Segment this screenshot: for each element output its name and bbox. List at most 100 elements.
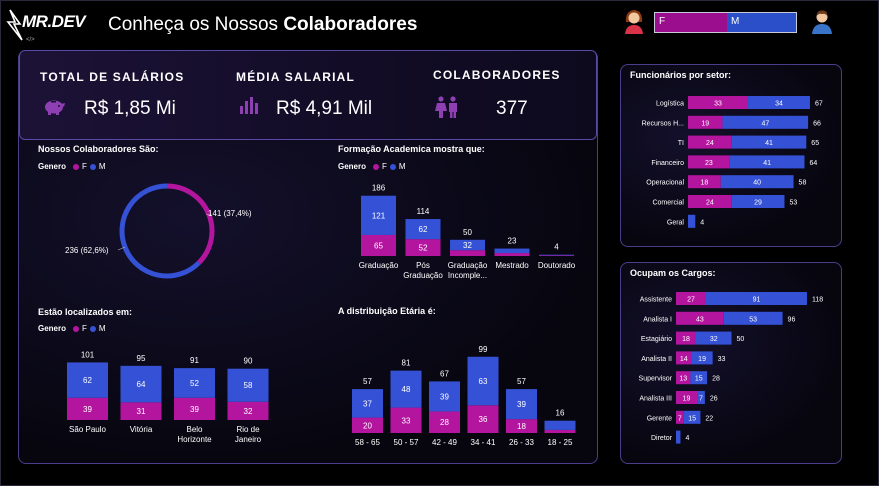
bar-f-label-1: 19 bbox=[701, 120, 709, 127]
bar-total-label-2: 65 bbox=[811, 140, 819, 147]
kpi-band bbox=[19, 50, 597, 140]
bar-m-5 bbox=[544, 420, 576, 430]
bar-m-label-3: 63 bbox=[479, 377, 488, 386]
man-avatar-icon bbox=[812, 10, 832, 34]
bar-f-label-0: 39 bbox=[83, 405, 92, 414]
category-label-0: Assistente bbox=[640, 297, 672, 304]
bar-m-label-5: 29 bbox=[754, 200, 762, 207]
bar-f-label-3: 23 bbox=[705, 160, 713, 167]
donut-slice-f bbox=[166, 183, 215, 265]
people-icon bbox=[435, 96, 457, 118]
category-label-4: Doutorado bbox=[538, 261, 576, 270]
category-label-1: Pós bbox=[416, 261, 430, 270]
category-label-0: São Paulo bbox=[69, 425, 106, 434]
bar-m-label-5: 7 bbox=[699, 396, 703, 403]
donut-slice-m bbox=[119, 183, 201, 279]
bar-total-label-1: 81 bbox=[402, 359, 411, 368]
bar-total-label-1: 96 bbox=[788, 316, 796, 323]
category-label-4: 26 - 33 bbox=[509, 438, 534, 447]
category-label-5: Comercial bbox=[652, 200, 684, 207]
bar-total-label-1: 114 bbox=[417, 207, 430, 216]
bar-f-label-5: 19 bbox=[683, 396, 691, 403]
svg-text:</>: </> bbox=[26, 37, 35, 42]
bar-m-label-1: 53 bbox=[749, 316, 757, 323]
donut-label-m: 236 (62,6%) bbox=[65, 246, 109, 255]
category-label-3-1: Janeiro bbox=[235, 435, 262, 444]
bar-m-label-0: 62 bbox=[83, 376, 92, 385]
category-label-0: Graduação bbox=[359, 261, 399, 270]
positions-bar-chart: Assistente 27 91 118 Analista I 43 53 96 Estagiá… bbox=[639, 292, 823, 444]
bar-f-label-3: 36 bbox=[479, 415, 488, 424]
donut-label-f: 141 (37,4%) bbox=[208, 209, 252, 218]
bar-m-label-2: 41 bbox=[765, 140, 773, 147]
bar-f-label-4: 18 bbox=[700, 180, 708, 187]
bar-f-label-1: 33 bbox=[402, 416, 411, 425]
bar-m-label-3: 41 bbox=[763, 160, 771, 167]
bar-m-label-2: 52 bbox=[190, 379, 199, 388]
category-label-2: 42 - 49 bbox=[432, 438, 457, 447]
category-label-4: Supervisor bbox=[639, 376, 673, 383]
gender-slicer[interactable]: F M bbox=[654, 12, 797, 33]
gender-chart-title: Nossos Colaboradores São: bbox=[38, 144, 159, 154]
category-label-2: Estagiário bbox=[641, 336, 672, 343]
positions-chart-title: Ocupam os Cargos: bbox=[630, 268, 716, 278]
page-title: Conheça os Nossos Colaboradores bbox=[108, 14, 418, 35]
gender-chart-legend: Genero F M bbox=[38, 162, 106, 171]
bar-total-label-3: 23 bbox=[508, 237, 517, 246]
kpi-average-salary-value: R$ 4,91 Mil bbox=[276, 98, 373, 119]
bar-f-label-4: 13 bbox=[679, 376, 687, 383]
bar-f-label-3: 14 bbox=[680, 356, 688, 363]
category-label-2-1: Horizonte bbox=[177, 435, 212, 444]
bar-total-label-3: 99 bbox=[479, 345, 488, 354]
bar-total-label-7: 4 bbox=[685, 435, 689, 442]
bar-f-label-1: 52 bbox=[419, 244, 428, 253]
category-label-3: Rio de bbox=[236, 425, 260, 434]
slicer-option-f[interactable]: F bbox=[655, 13, 727, 32]
bar-f-label-2: 39 bbox=[190, 405, 199, 414]
bar-m-label-1: 64 bbox=[137, 380, 146, 389]
kpi-employees-label: COLABORADORES bbox=[433, 68, 561, 82]
location-bar-chart: 39 62 101 São Paulo 31 64 95 Vitória 39 52 91 BeloH… bbox=[67, 350, 269, 444]
category-label-2: Graduação bbox=[448, 261, 488, 270]
category-label-2: Belo bbox=[186, 425, 203, 434]
bar-f-label-0: 20 bbox=[363, 421, 372, 430]
slicer-option-m[interactable]: M bbox=[727, 13, 796, 32]
bar-m-label-0: 37 bbox=[363, 399, 372, 408]
kpi-total-salaries-value: R$ 1,85 Mi bbox=[84, 98, 176, 119]
bar-m-label-1: 47 bbox=[761, 120, 769, 127]
category-label-1: Vitória bbox=[130, 425, 153, 434]
location-chart-title: Estão localizados em: bbox=[38, 307, 133, 317]
bar-f-label-0: 65 bbox=[374, 241, 383, 250]
bar-total-label-5: 16 bbox=[556, 409, 565, 418]
bar-total-label-1: 95 bbox=[137, 354, 146, 363]
category-label-6: Geral bbox=[667, 219, 685, 226]
bar-total-label-4: 58 bbox=[799, 180, 807, 187]
category-label-3: Analista II bbox=[641, 356, 672, 363]
bar-total-label-1: 66 bbox=[813, 120, 821, 127]
category-label-0: 58 - 65 bbox=[355, 438, 380, 447]
bar-total-label-2: 50 bbox=[737, 336, 745, 343]
bar-f-2 bbox=[450, 250, 485, 256]
bar-total-label-3: 33 bbox=[718, 356, 726, 363]
bar-m-label-1: 48 bbox=[402, 385, 411, 394]
bar-f-5 bbox=[544, 429, 576, 433]
category-label-3: 34 - 41 bbox=[471, 438, 496, 447]
bar-f-label-0: 27 bbox=[687, 297, 695, 304]
category-label-5: Analista III bbox=[639, 396, 672, 403]
bar-f-label-1: 43 bbox=[696, 316, 704, 323]
woman-avatar-icon bbox=[625, 10, 643, 34]
bar-f-label-3: 32 bbox=[244, 407, 253, 416]
bar-total-label-3: 90 bbox=[244, 357, 253, 366]
bar-m-label-4: 15 bbox=[695, 376, 703, 383]
bar-f-label-1: 31 bbox=[137, 407, 146, 416]
bar-m-label-0: 34 bbox=[775, 101, 783, 108]
bar-f-label-6: 7 bbox=[678, 415, 682, 422]
bar-total-label-0: 57 bbox=[363, 377, 372, 386]
education-chart-legend: Genero F M bbox=[338, 162, 406, 171]
bar-f-4 bbox=[539, 255, 574, 256]
location-chart-legend: Genero F M bbox=[38, 324, 106, 333]
bar-total-label-0: 186 bbox=[372, 184, 386, 193]
category-label-7: Diretor bbox=[651, 435, 673, 442]
kpi-employees-value: 377 bbox=[496, 98, 528, 119]
category-label-0: Logística bbox=[656, 101, 684, 108]
